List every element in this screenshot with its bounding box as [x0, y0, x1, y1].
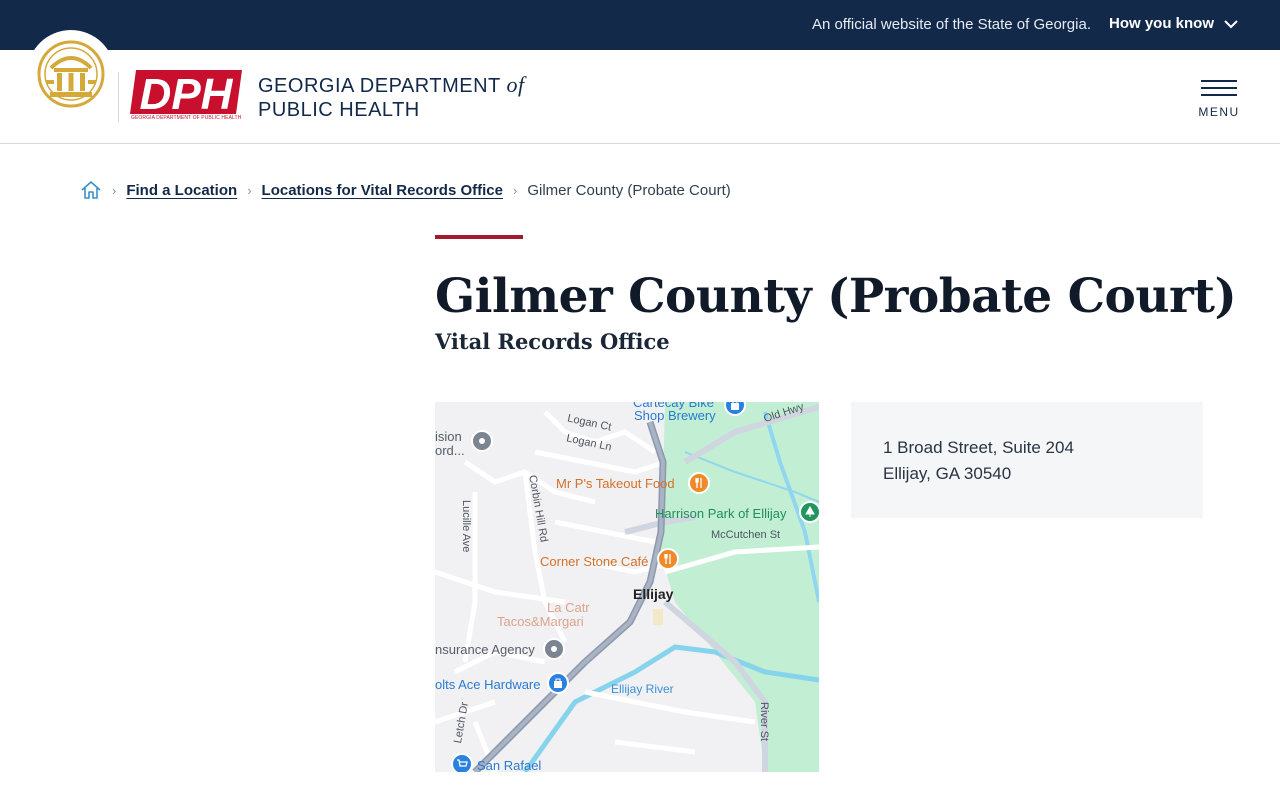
menu-button[interactable]: MENU	[1197, 80, 1241, 120]
shopping-cart-pin-icon[interactable]	[451, 753, 473, 772]
address-card: 1 Broad Street, Suite 204 Ellijay, GA 30…	[851, 402, 1203, 518]
dph-logo-text: DPH	[140, 70, 234, 114]
title-accent-rule	[435, 235, 523, 239]
home-icon	[81, 181, 101, 199]
map-label-brewery-2[interactable]: Shop Brewery	[634, 409, 716, 423]
how-you-know-label: How you know	[1109, 15, 1214, 32]
map-label-river-st: River St	[758, 702, 770, 742]
site-header: DPH GEORGIA DEPARTMENT OF PUBLIC HEALTH …	[0, 30, 1280, 144]
hamburger-icon-bar	[1201, 94, 1237, 96]
map-label-mccutchen-st: McCutchen St	[711, 529, 781, 541]
how-you-know-button[interactable]: How you know	[1109, 15, 1238, 32]
map-label-ellijay-river: Ellijay River	[611, 682, 674, 696]
map-label-ace-hardware[interactable]: olts Ace Hardware	[435, 678, 541, 692]
map-label-san-rafael[interactable]: San Rafael	[477, 759, 541, 773]
map-label-tacos[interactable]: Tacos&Margari	[497, 615, 584, 629]
chevron-right-icon: ›	[512, 182, 518, 198]
dph-logo-mark: DPH	[130, 70, 242, 119]
chevron-right-icon: ›	[247, 182, 252, 198]
org-name-of: of	[506, 72, 525, 97]
chevron-right-icon: ›	[112, 182, 117, 198]
restaurant-pin-icon[interactable]	[657, 548, 679, 570]
restaurant-pin-icon[interactable]	[688, 472, 710, 494]
map-label-corner-stone-cafe[interactable]: Corner Stone Café	[540, 555, 648, 569]
map-label-insurance-agency[interactable]: nsurance Agency	[435, 643, 535, 657]
breadcrumb-find-location[interactable]: Find a Location	[126, 182, 237, 199]
breadcrumb-vital-records-locations[interactable]: Locations for Vital Records Office	[262, 182, 503, 199]
org-name-line2: PUBLIC HEALTH	[258, 99, 420, 121]
location-map[interactable]: Cartecay Bike Shop Brewery Old Hwy Logan…	[435, 402, 819, 772]
gov-banner: An official website of the State of Geor…	[0, 0, 1280, 50]
georgia-seal-icon	[37, 40, 105, 108]
org-name-line1: GEORGIA DEPARTMENT	[258, 75, 507, 97]
dph-logo-subtext: GEORGIA DEPARTMENT OF PUBLIC HEALTH	[131, 115, 242, 121]
chevron-down-icon	[1224, 19, 1238, 28]
georgia-seal-link[interactable]	[27, 30, 115, 118]
address-line-2: Ellijay, GA 30540	[883, 464, 1012, 483]
org-name[interactable]: GEORGIA DEPARTMENT of PUBLIC HEALTH	[258, 73, 525, 122]
place-pin-icon[interactable]	[471, 430, 493, 452]
hamburger-icon	[1201, 80, 1237, 82]
map-label-ellijay: Ellijay	[633, 586, 674, 602]
map-label-mr-p[interactable]: Mr P's Takeout Food	[556, 477, 675, 491]
place-pin-icon[interactable]	[543, 638, 565, 660]
breadcrumb: › Find a Location › Locations for Vital …	[80, 178, 731, 202]
map-label-vision-2[interactable]: ord...	[435, 444, 465, 458]
hamburger-icon-bar	[1201, 87, 1237, 89]
map-label-harrison-park[interactable]: Harrison Park of Ellijay	[655, 507, 787, 521]
menu-label: MENU	[1198, 105, 1240, 119]
breadcrumb-current: Gilmer County (Probate Court)	[527, 181, 731, 199]
map-label-lucille-ave: Lucille Ave	[460, 500, 472, 553]
page-subtitle: Vital Records Office	[435, 329, 670, 354]
park-pin-icon[interactable]	[799, 501, 819, 523]
shopping-pin-icon[interactable]	[547, 672, 569, 694]
logo-divider	[118, 72, 119, 122]
address-line-1: 1 Broad Street, Suite 204	[883, 438, 1074, 457]
official-website-text: An official website of the State of Geor…	[811, 16, 1091, 33]
map-label-la-catr[interactable]: La Catr	[547, 601, 590, 615]
page-title: Gilmer County (Probate Court)	[435, 269, 1237, 324]
breadcrumb-home-link[interactable]	[80, 179, 102, 201]
map-label-vision[interactable]: ision	[435, 430, 462, 444]
